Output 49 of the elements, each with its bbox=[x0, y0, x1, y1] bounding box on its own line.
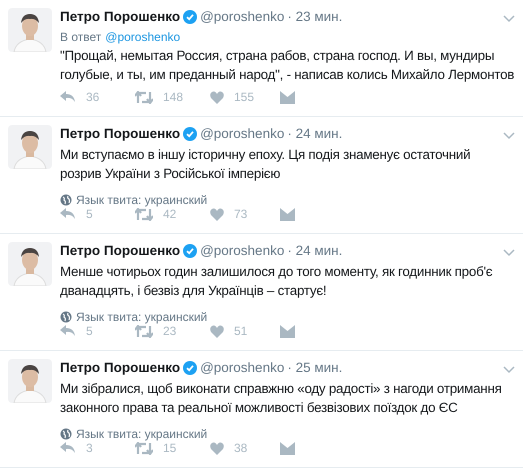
tweet-language: Язык твита: украинский bbox=[76, 427, 208, 441]
reply-button[interactable]: 5 bbox=[60, 324, 135, 338]
envelope-icon bbox=[280, 442, 295, 454]
tweet-time[interactable]: · 23 мин. bbox=[287, 8, 342, 26]
reply-button[interactable]: 3 bbox=[60, 441, 135, 455]
heart-icon bbox=[210, 442, 224, 454]
reply-icon bbox=[60, 325, 76, 337]
tweet-language: Язык твита: украинский bbox=[76, 310, 208, 324]
tweet-time[interactable]: · 25 мин. bbox=[287, 359, 342, 377]
reply-icon bbox=[60, 208, 76, 220]
author-handle[interactable]: @poroshenko bbox=[200, 8, 284, 26]
author-name[interactable]: Петро Порошенко bbox=[60, 242, 180, 260]
heart-icon bbox=[210, 90, 224, 104]
tweet-time[interactable]: · 24 мин. bbox=[287, 242, 342, 260]
reply-icon bbox=[60, 91, 76, 103]
reply-link[interactable]: @poroshenko bbox=[105, 30, 180, 44]
reply-button[interactable]: 5 bbox=[60, 207, 135, 221]
heart-icon bbox=[210, 324, 224, 338]
tweet-language: Язык твита: украинский bbox=[76, 193, 208, 207]
tweet-text: "Прощай, немытая Россия, страна рабов, страна господ. И вы, мундиры голубые, и ты, им преданный народ", - написав колись Михайло Лермонтов bbox=[60, 47, 515, 84]
envelope-icon bbox=[280, 90, 295, 104]
retweet-button[interactable]: 42 bbox=[135, 207, 210, 221]
author-handle[interactable]: @poroshenko bbox=[200, 242, 284, 260]
envelope-icon bbox=[280, 324, 295, 338]
like-button[interactable]: 38 bbox=[210, 441, 280, 455]
like-button[interactable]: 73 bbox=[210, 207, 280, 221]
retweet-button[interactable]: 23 bbox=[135, 324, 210, 338]
retweet-icon bbox=[135, 442, 153, 454]
retweet-icon bbox=[135, 90, 153, 104]
retweet-button[interactable]: 15 bbox=[135, 441, 210, 455]
author-handle[interactable]: @poroshenko bbox=[200, 125, 284, 143]
reply-button[interactable]: 36 bbox=[60, 90, 135, 104]
author-name[interactable]: Петро Порошенко bbox=[60, 359, 180, 377]
tweet-text: Ми зібралися, щоб виконати справжню «оду радості» з нагоди отримання законного права та реальної можливості безвізових поїздок до ЄС bbox=[60, 380, 503, 417]
tweet-text: Ми вступаємо в іншу історичну епоху. Ця подія знаменує остаточний розрив України з Російської імперією bbox=[60, 146, 472, 183]
envelope-icon bbox=[280, 208, 295, 220]
author-name[interactable]: Петро Порошенко bbox=[60, 125, 180, 143]
like-button[interactable]: 155 bbox=[210, 90, 280, 104]
retweet-icon bbox=[135, 208, 153, 220]
heart-icon bbox=[210, 208, 224, 220]
reply-label: В ответ bbox=[60, 30, 102, 44]
author-handle[interactable]: @poroshenko bbox=[200, 359, 284, 377]
author-name[interactable]: Петро Порошенко bbox=[60, 8, 180, 26]
retweet-icon bbox=[135, 324, 153, 338]
tweet-time[interactable]: · 24 мин. bbox=[287, 125, 342, 143]
like-button[interactable]: 51 bbox=[210, 324, 280, 338]
reply-icon bbox=[60, 442, 76, 454]
tweet-text: Менше чотирьох годин залишилося до того моменту, як годинник проб'є дванадцять, і безвіз для Українців – стартує! bbox=[60, 263, 494, 300]
retweet-button[interactable]: 148 bbox=[135, 90, 210, 104]
